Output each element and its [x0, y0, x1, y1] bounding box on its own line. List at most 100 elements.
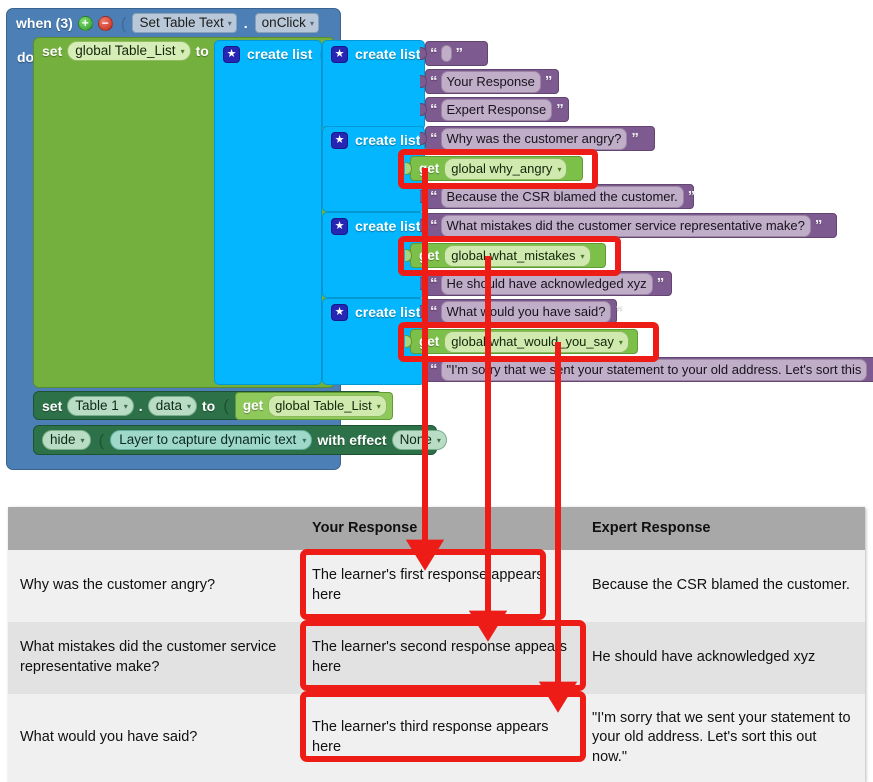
text-block-answer-2[interactable]: “ He should have acknowledged xyz ” — [420, 271, 672, 296]
variable-label: global Table_List — [275, 397, 372, 413]
table-component-label: Table 1 — [75, 397, 119, 413]
plug-icon — [420, 103, 427, 116]
plug-icon — [420, 75, 427, 88]
chevron-down-icon: ▾ — [302, 436, 307, 445]
effect-dropdown[interactable]: None ▾ — [391, 430, 447, 450]
quote-open-icon: “ — [430, 101, 437, 118]
with-effect-label: with effect — [317, 432, 387, 448]
cell-expert-response: Because the CSR blamed the customer. — [580, 550, 865, 622]
plug-icon — [420, 190, 427, 203]
chevron-down-icon: ▾ — [436, 436, 441, 445]
variable-dropdown[interactable]: global what_mistakes ▾ — [444, 244, 591, 267]
variable-dropdown[interactable]: global why_angry ▾ — [444, 157, 568, 180]
chevron-down-icon: ▾ — [376, 401, 381, 411]
text-block-answer-1[interactable]: “ Because the CSR blamed the customer. ” — [420, 184, 695, 209]
variable-dropdown[interactable]: global what_would_you_say ▾ — [444, 330, 629, 353]
chevron-down-icon: ▾ — [180, 47, 185, 56]
when-block-header: when (3) + − ( Set Table Text ▾ . onClic… — [7, 9, 319, 37]
get-keyword: get — [419, 334, 440, 349]
create-list-outer-block[interactable]: ★ create list ( — [214, 40, 325, 385]
table-header-row: Your Response Expert Response — [8, 507, 865, 550]
text-value[interactable]: What mistakes did the customer service r… — [440, 214, 811, 237]
dot-separator: . — [243, 15, 248, 31]
text-block-question-1[interactable]: “ Why was the customer angry? ” — [420, 126, 655, 151]
star-icon: ★ — [331, 303, 348, 321]
chevron-down-icon: ▾ — [580, 251, 585, 261]
text-value[interactable]: Expert Response — [440, 98, 553, 121]
plug-icon — [420, 277, 427, 290]
get-global-what-mistakes-block[interactable]: get global what_mistakes ▾ — [405, 243, 606, 268]
create-list-label: create list — [355, 46, 421, 62]
chevron-down-icon: ▾ — [309, 19, 314, 28]
socket-notch-icon: ( — [223, 396, 229, 415]
text-value[interactable]: Your Response — [440, 70, 541, 93]
quote-close-icon: ” — [631, 130, 638, 147]
get-keyword: get — [419, 161, 440, 176]
quote-open-icon: “ — [430, 303, 437, 320]
effect-label: None — [399, 432, 432, 447]
quote-open-icon: “ — [430, 217, 437, 234]
quote-open-icon: “ — [430, 275, 437, 292]
create-list-label: create list — [355, 132, 421, 148]
set-global-row: set global Table_List ▾ to ( — [34, 38, 223, 64]
layer-target-dropdown[interactable]: Layer to capture dynamic text ▾ — [110, 430, 313, 450]
cell-expert-response: "I'm sorry that we sent your statement t… — [580, 694, 865, 782]
plug-icon — [405, 162, 412, 175]
hide-action-dropdown[interactable]: hide ▾ — [42, 430, 91, 450]
text-block-answer-3[interactable]: “ "I'm sorry that we sent your statement… — [425, 357, 873, 382]
text-block-question-3[interactable]: “ What would you have said? ” — [420, 299, 623, 324]
mutator-remove-icon[interactable]: − — [97, 15, 113, 31]
table-component-dropdown[interactable]: Table 1 ▾ — [67, 395, 134, 416]
variable-dropdown[interactable]: global Table_List ▾ — [268, 394, 387, 417]
text-value[interactable]: He should have acknowledged xyz — [440, 272, 653, 295]
plug-icon — [405, 249, 412, 262]
text-block-question-2[interactable]: “ What mistakes did the customer service… — [420, 213, 837, 238]
hide-layer-block[interactable]: hide ▾ ( Layer to capture dynamic text ▾… — [33, 425, 447, 455]
to-keyword: to — [195, 43, 209, 59]
table-row: Why was the customer angry? The learner'… — [8, 550, 865, 622]
event-dropdown[interactable]: onClick ▾ — [254, 13, 319, 33]
text-value[interactable]: "I'm sorry that we sent your statement t… — [440, 358, 868, 381]
create-list-headers-block[interactable]: ★ create list ( — [322, 40, 433, 130]
global-variable-dropdown[interactable]: global Table_List ▾ — [67, 41, 191, 61]
text-block-your-response[interactable]: “ Your Response ” — [420, 69, 559, 94]
set-table-data-block[interactable]: set Table 1 ▾ . data ▾ to ( get global T… — [33, 391, 393, 420]
mutator-add-icon[interactable]: + — [77, 15, 93, 31]
cell-expert-response: He should have acknowledged xyz — [580, 622, 865, 694]
create-list-header: ★ create list ( — [323, 299, 433, 325]
get-global-what-would-you-say-block[interactable]: get global what_would_you_say ▾ — [405, 329, 638, 354]
table-header: Your Response Expert Response — [8, 507, 865, 550]
table-property-dropdown[interactable]: data ▾ — [147, 395, 197, 416]
cell-your-response: The learner's first response appears her… — [300, 550, 580, 622]
plug-icon — [426, 363, 427, 376]
text-value-empty[interactable] — [440, 45, 452, 62]
text-block-expert-response[interactable]: “ Expert Response ” — [420, 97, 569, 122]
create-list-label: create list — [247, 46, 313, 62]
text-value[interactable]: Because the CSR blamed the customer. — [440, 185, 684, 208]
chevron-down-icon: ▾ — [557, 164, 562, 174]
quote-close-icon: ” — [814, 217, 822, 234]
create-list-header: ★ create list ( — [323, 213, 433, 239]
table-row: What mistakes did the customer service r… — [8, 622, 865, 694]
get-keyword: get — [242, 398, 264, 413]
cell-your-response: The learner's second response appears he… — [300, 622, 580, 694]
do-label: do — [17, 49, 35, 65]
get-global-why-angry-block[interactable]: get global why_angry ▾ — [405, 156, 583, 181]
component-dropdown[interactable]: Set Table Text ▾ — [132, 13, 237, 33]
table-header-question — [8, 507, 300, 550]
create-list-header: ★ create list ( — [323, 41, 433, 67]
get-global-table-list-block[interactable]: get global Table_List ▾ — [234, 391, 393, 420]
cell-question: What would you have said? — [8, 694, 300, 782]
quote-open-icon: “ — [430, 73, 437, 90]
text-value[interactable]: What would you have said? — [440, 300, 612, 323]
text-block-empty[interactable]: “ ” — [420, 41, 488, 66]
table-property-label: data — [155, 397, 182, 413]
hide-action-label: hide — [50, 432, 76, 447]
text-value[interactable]: Why was the customer angry? — [440, 127, 628, 150]
set-keyword: set — [42, 43, 63, 59]
star-icon: ★ — [331, 131, 348, 149]
component-dropdown-label: Set Table Text — [139, 15, 224, 30]
responses-table: Your Response Expert Response Why was th… — [8, 507, 865, 782]
quote-close-icon: ” — [687, 188, 695, 205]
layer-target-label: Layer to capture dynamic text — [119, 432, 297, 447]
